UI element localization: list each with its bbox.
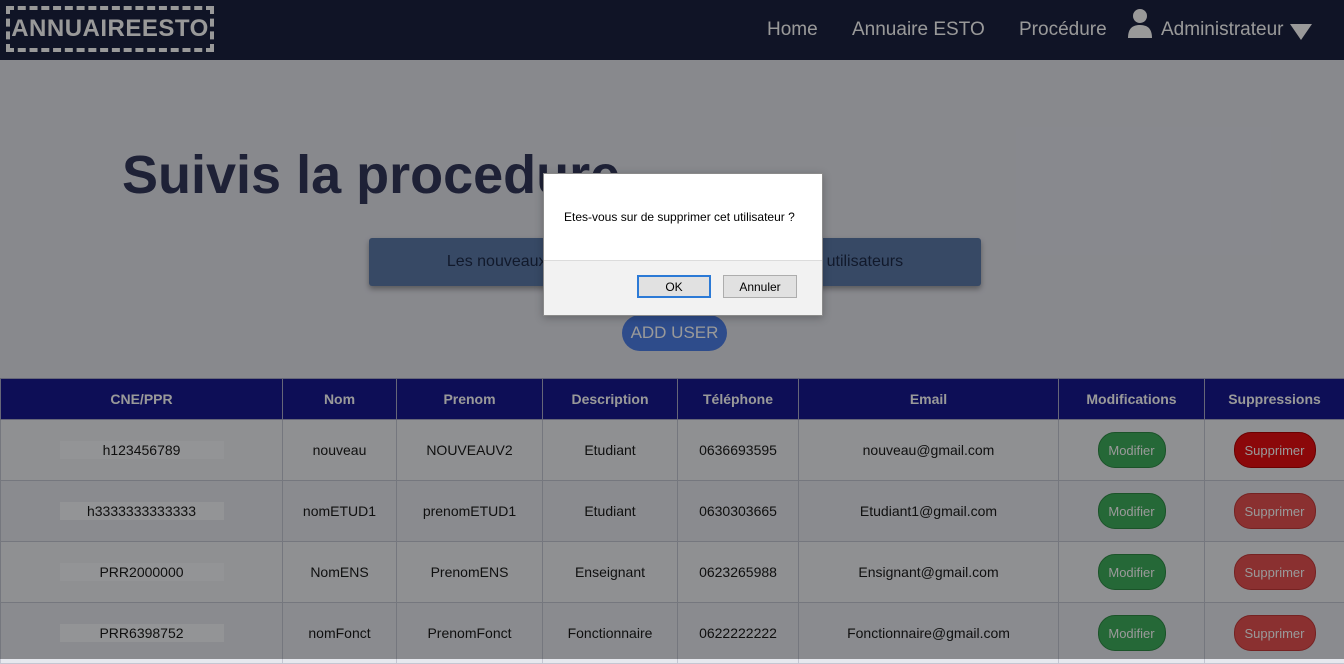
confirm-dialog: Etes-vous sur de supprimer cet utilisate… bbox=[543, 173, 823, 316]
dialog-body: Etes-vous sur de supprimer cet utilisate… bbox=[544, 174, 822, 261]
cancel-button[interactable]: Annuler bbox=[723, 275, 797, 298]
modal-overlay[interactable] bbox=[0, 0, 1344, 659]
ok-button[interactable]: OK bbox=[637, 275, 711, 298]
dialog-message: Etes-vous sur de supprimer cet utilisate… bbox=[564, 210, 795, 224]
